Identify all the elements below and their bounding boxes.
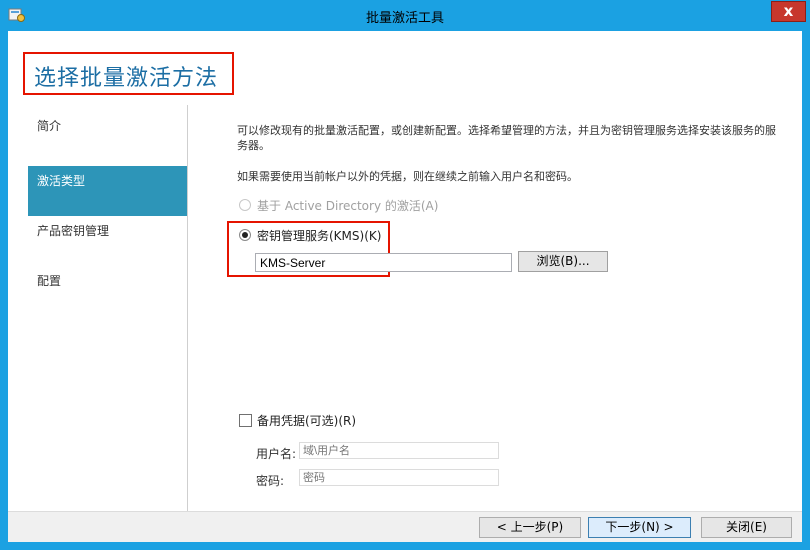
title-bar[interactable]: 批量激活工具 x	[0, 0, 810, 31]
password-field[interactable]	[299, 469, 499, 486]
wizard-footer: < 上一步(P) 下一步(N) > 关闭(E)	[8, 511, 802, 542]
kms-server-input[interactable]	[255, 253, 512, 272]
close-button[interactable]: 关闭(E)	[701, 517, 792, 538]
ad-activation-radio[interactable]	[239, 199, 251, 211]
app-window: 批量激活工具 x 选择批量激活方法 简介 激活类型 产品密钥管理 配置 可以修改…	[0, 0, 810, 550]
sidebar-item-activation-type[interactable]: 激活类型	[28, 166, 187, 216]
page-title-highlight: 选择批量激活方法	[23, 52, 234, 95]
window-title: 批量激活工具	[365, 11, 444, 26]
ad-activation-label: 基于 Active Directory 的激活(A)	[257, 199, 439, 213]
sidebar-item-product-key[interactable]: 产品密钥管理	[28, 216, 187, 266]
back-button[interactable]: < 上一步(P)	[479, 517, 581, 538]
sidebar-item-intro[interactable]: 简介	[28, 111, 187, 161]
kms-label: 密钥管理服务(KMS)(K)	[257, 229, 382, 243]
next-button[interactable]: 下一步(N) >	[588, 517, 691, 538]
page-header: 选择批量激活方法	[8, 31, 802, 97]
username-label: 用户名:	[256, 447, 297, 461]
dialog-body: 选择批量激活方法 简介 激活类型 产品密钥管理 配置 可以修改现有的批量激活配置…	[8, 31, 802, 542]
description-text: 可以修改现有的批量激活配置，或创建新配置。选择希望管理的方法，并且为密钥管理服务…	[237, 124, 776, 152]
sidebar-item-configuration[interactable]: 配置	[28, 266, 187, 316]
alt-credentials-label: 备用凭据(可选)(R)	[257, 414, 357, 428]
username-field[interactable]	[299, 442, 499, 459]
credentials-hint-text: 如果需要使用当前帐户以外的凭据，则在继续之前输入用户名和密码。	[237, 170, 578, 183]
kms-radio[interactable]	[239, 229, 251, 241]
page-title: 选择批量激活方法	[34, 60, 218, 92]
password-label: 密码:	[256, 474, 285, 488]
browse-button[interactable]: 浏览(B)...	[518, 251, 608, 272]
page-title-main: 批量激活方法	[80, 66, 219, 91]
page-title-prefix: 选择	[34, 66, 81, 91]
close-window-button[interactable]: x	[771, 1, 806, 22]
alt-credentials-checkbox[interactable]	[239, 414, 252, 427]
sidebar-divider	[187, 105, 188, 511]
